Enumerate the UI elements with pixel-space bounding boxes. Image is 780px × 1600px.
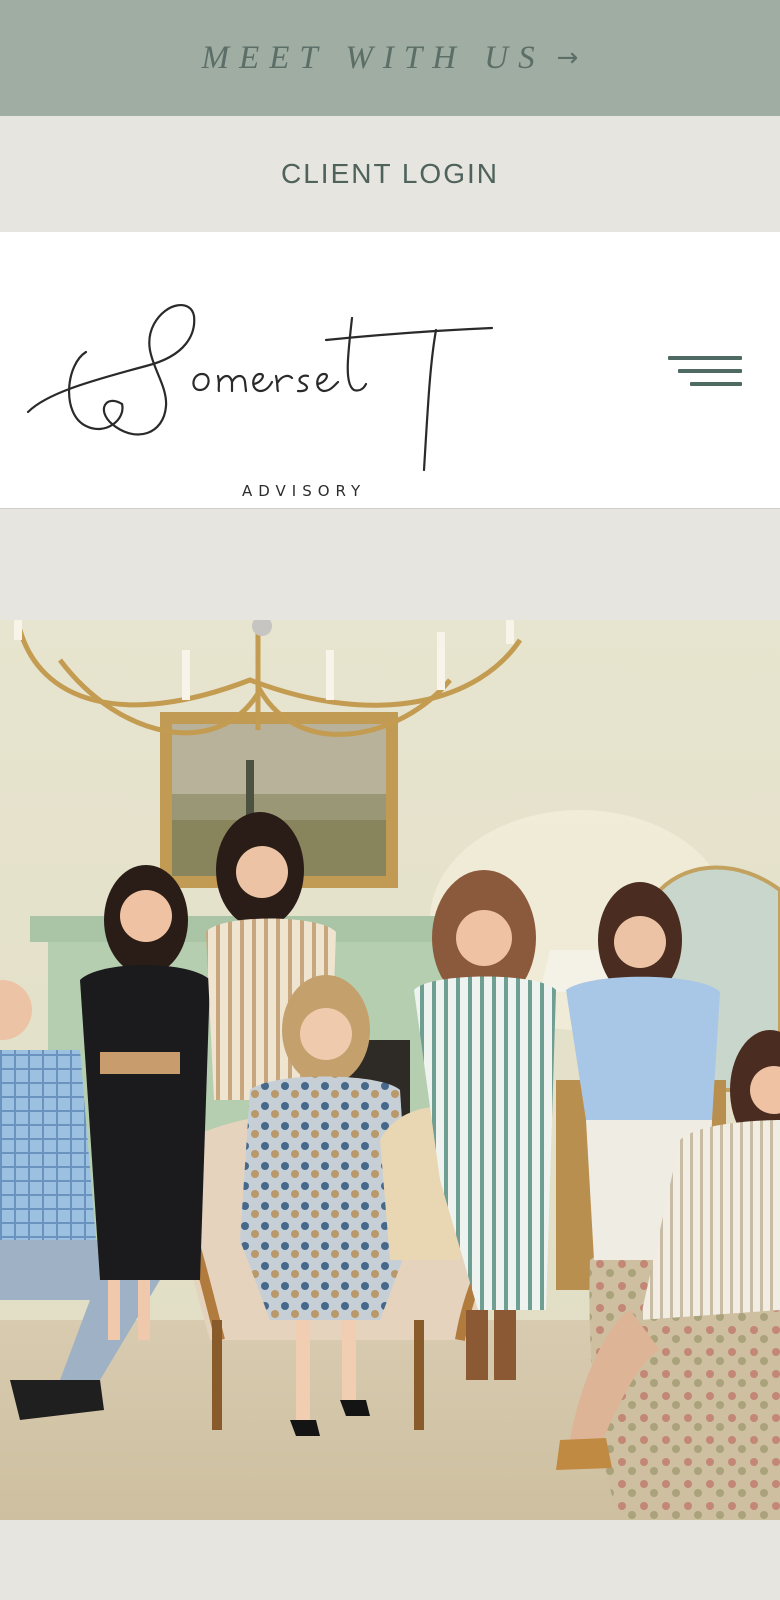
menu-line bbox=[678, 369, 742, 373]
meet-with-us-label: MEET WITH US bbox=[201, 39, 545, 76]
client-login-label: CLIENT LOGIN bbox=[281, 158, 499, 189]
somerset-logo-script bbox=[26, 304, 494, 472]
client-login-link[interactable]: CLIENT LOGIN bbox=[0, 116, 780, 232]
team-photo bbox=[0, 620, 780, 1520]
hamburger-menu-icon[interactable] bbox=[668, 344, 742, 392]
meet-with-us-button[interactable]: MEET WITH US → bbox=[0, 0, 780, 116]
site-header: ADVISORY bbox=[0, 232, 780, 509]
team-photo-illustration bbox=[0, 620, 780, 1520]
somerset-logo[interactable]: ADVISORY bbox=[26, 294, 512, 500]
logo-subtitle: ADVISORY bbox=[242, 482, 367, 500]
menu-line bbox=[668, 356, 742, 360]
arrow-right-icon: → bbox=[556, 43, 579, 73]
menu-line bbox=[690, 382, 742, 386]
